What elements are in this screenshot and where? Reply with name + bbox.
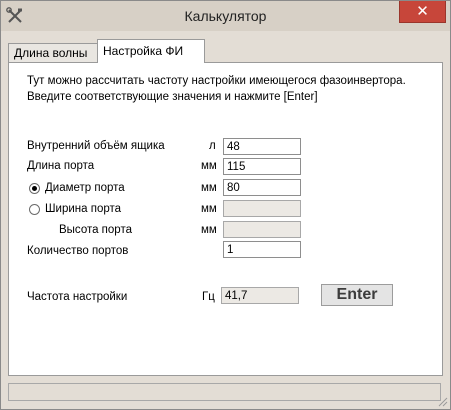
status-bar <box>8 383 441 401</box>
port-width-unit: мм <box>201 203 217 215</box>
port-width-radio[interactable] <box>29 204 40 215</box>
port-diameter-label: Диаметр порта <box>45 182 125 194</box>
title-bar[interactable]: Калькулятор ✕ <box>1 1 450 31</box>
close-button[interactable]: ✕ <box>399 1 446 23</box>
port-height-label: Высота порта <box>59 224 132 236</box>
port-length-input[interactable]: 115 <box>223 158 301 175</box>
close-icon[interactable]: ✕ <box>416 3 429 20</box>
radio-selected-dot <box>32 186 37 191</box>
tab-wavelength[interactable]: Длина волны <box>8 43 103 62</box>
tuning-frequency-label: Частота настройки <box>27 291 128 303</box>
calculator-window: Калькулятор ✕ Длина волны Настройка ФИ Т… <box>0 0 451 410</box>
port-diameter-input[interactable]: 80 <box>223 179 301 196</box>
port-count-input[interactable]: 1 <box>223 241 301 258</box>
tab-port-tuning[interactable]: Настройка ФИ <box>97 39 205 63</box>
intro-text-line2: Введите соответствующие значения и нажми… <box>27 91 318 103</box>
volume-label: Внутренний объём ящика <box>27 140 165 152</box>
port-height-unit: мм <box>201 224 217 236</box>
port-length-label: Длина порта <box>27 160 95 172</box>
intro-text-line1: Тут можно рассчитать частоту настройки и… <box>27 75 406 87</box>
tuning-frequency-unit: Гц <box>202 291 215 303</box>
resize-grip-icon[interactable] <box>438 397 448 407</box>
port-diameter-unit: мм <box>201 182 217 194</box>
volume-unit: л <box>209 140 216 152</box>
window-title: Калькулятор <box>184 8 267 24</box>
volume-input[interactable]: 48 <box>223 138 301 155</box>
port-width-input[interactable] <box>223 200 301 217</box>
port-count-label: Количество портов <box>27 245 129 257</box>
enter-button[interactable]: Enter <box>321 284 393 306</box>
port-diameter-radio[interactable] <box>29 183 40 194</box>
port-length-unit: мм <box>201 160 217 172</box>
port-width-label: Ширина порта <box>45 203 122 215</box>
port-height-input[interactable] <box>223 221 301 238</box>
tab-panel-port-tuning: Тут можно рассчитать частоту настройки и… <box>8 62 443 376</box>
tuning-frequency-output: 41,7 <box>221 287 299 304</box>
